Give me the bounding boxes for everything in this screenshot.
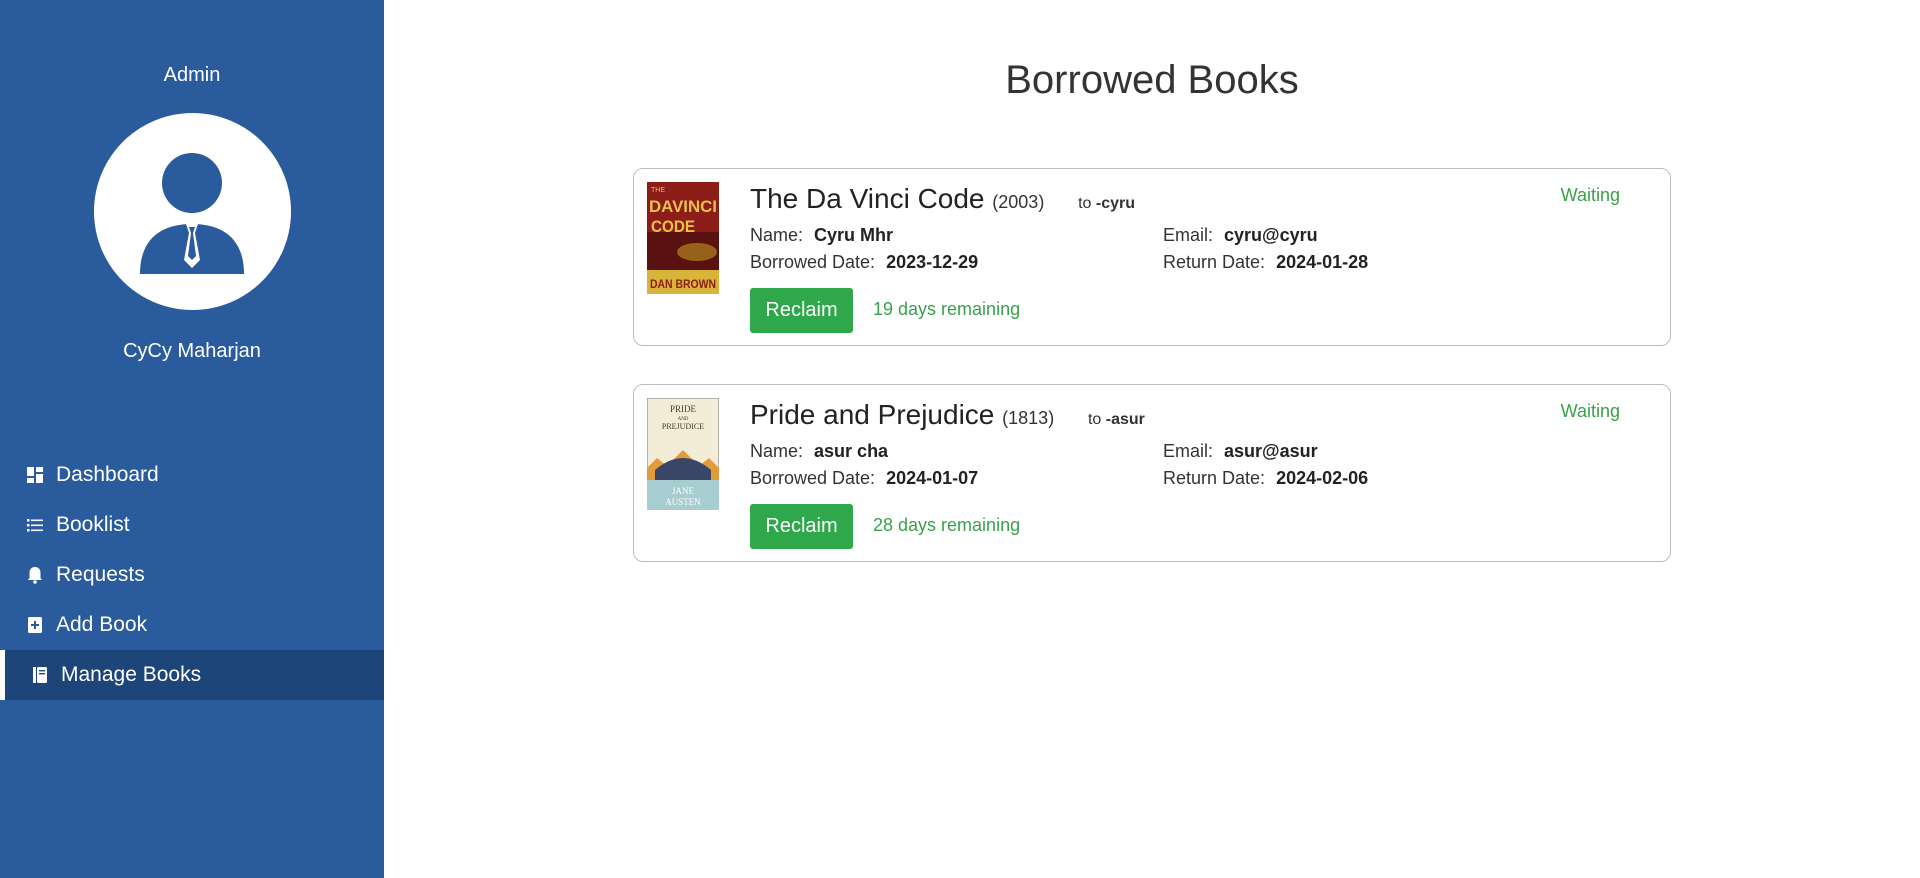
borrowed-date-label: Borrowed Date: (750, 468, 876, 488)
sidebar-item-requests[interactable]: Requests (0, 550, 384, 600)
borrowed-book-card: THE DAVINCI CODE DAN BROWN The Da Vinci … (633, 168, 1671, 346)
cover-text: DAN BROWN (650, 277, 716, 291)
book-title: Pride and Prejudice (1813) to -asur (750, 399, 1145, 431)
borrower-tag: to -cyru (1078, 195, 1135, 212)
borrower-username: -asur (1105, 411, 1145, 428)
sidebar-item-label: Requests (56, 563, 145, 586)
book-title-text: Pride and Prejudice (750, 399, 995, 430)
sidebar: Admin CyCy Maharjan Dashboard Booklist R… (0, 0, 384, 878)
book-cover: THE DAVINCI CODE DAN BROWN (647, 182, 719, 294)
return-date-field: Return Date: 2024-01-28 (1163, 252, 1368, 273)
book-year: (2003) (992, 192, 1045, 212)
book-title: The Da Vinci Code (2003) to -cyru (750, 183, 1135, 215)
sidebar-item-label: Add Book (56, 613, 148, 636)
user-role: Admin (163, 64, 221, 86)
return-date-label: Return Date: (1163, 252, 1266, 272)
list-icon (26, 516, 44, 534)
return-date-field: Return Date: 2024-02-06 (1163, 468, 1368, 489)
borrower-tag: to -asur (1088, 411, 1145, 428)
borrowed-date-value: 2023-12-29 (886, 252, 979, 272)
borrowed-date-label: Borrowed Date: (750, 252, 876, 272)
page-title: Borrowed Books (1005, 58, 1299, 102)
sidebar-item-dashboard[interactable]: Dashboard (0, 450, 384, 500)
name-value: asur cha (814, 441, 889, 461)
reclaim-button[interactable]: Reclaim (750, 288, 853, 333)
email-label: Email: (1163, 441, 1214, 461)
email-field: Email: cyru@cyru (1163, 225, 1318, 246)
borrowed-date-value: 2024-01-07 (886, 468, 979, 488)
username: CyCy Maharjan (123, 340, 261, 362)
status-badge: Waiting (1560, 185, 1620, 205)
email-value: cyru@cyru (1224, 225, 1318, 245)
sidebar-nav: Dashboard Booklist Requests Add Book Man… (0, 450, 384, 700)
name-field: Name: Cyru Mhr (750, 225, 893, 246)
cover-text: DAVINCI (649, 197, 717, 216)
user-icon (140, 153, 244, 274)
book-year: (1813) (1002, 408, 1055, 428)
borrowed-date-field: Borrowed Date: 2023-12-29 (750, 252, 978, 273)
reclaim-button[interactable]: Reclaim (750, 504, 853, 549)
cover-text: CODE (651, 217, 695, 236)
borrowed-book-card: PRIDE AND PREJUDICE JANE AUSTEN Pride an… (633, 384, 1671, 562)
email-value: asur@asur (1224, 441, 1318, 461)
sidebar-item-label: Dashboard (56, 463, 159, 486)
borrowed-date-field: Borrowed Date: 2024-01-07 (750, 468, 978, 489)
email-field: Email: asur@asur (1163, 441, 1318, 462)
book-cover: PRIDE AND PREJUDICE JANE AUSTEN (646, 397, 720, 511)
book-icon (31, 666, 49, 684)
sidebar-item-booklist[interactable]: Booklist (0, 500, 384, 550)
name-label: Name: (750, 441, 804, 461)
email-label: Email: (1163, 225, 1214, 245)
cover-text: THE (651, 187, 665, 194)
name-value: Cyru Mhr (814, 225, 894, 245)
bell-icon (26, 566, 44, 584)
cover-text: AUSTEN (665, 497, 701, 507)
name-field: Name: asur cha (750, 441, 888, 462)
sidebar-item-label: Booklist (56, 513, 130, 536)
main-content: Borrowed Books THE DAVINCI CODE DAN BROW… (384, 0, 1920, 878)
return-date-value: 2024-01-28 (1276, 252, 1369, 272)
to-prefix: to (1078, 195, 1092, 212)
return-date-label: Return Date: (1163, 468, 1266, 488)
sidebar-item-add-book[interactable]: Add Book (0, 600, 384, 650)
add-book-icon (26, 616, 44, 634)
status-badge: Waiting (1560, 401, 1620, 421)
return-date-value: 2024-02-06 (1276, 468, 1369, 488)
sidebar-item-label: Manage Books (61, 663, 202, 686)
borrower-username: -cyru (1095, 195, 1136, 212)
cover-text: PREJUDICE (662, 422, 704, 431)
book-title-text: The Da Vinci Code (750, 183, 985, 214)
days-remaining: 19 days remaining (873, 299, 1021, 319)
avatar (94, 113, 291, 310)
to-prefix: to (1087, 411, 1102, 428)
sidebar-item-manage-books[interactable]: Manage Books (0, 650, 384, 700)
cover-text: JANE (672, 486, 695, 496)
days-remaining: 28 days remaining (873, 515, 1021, 535)
name-label: Name: (750, 225, 804, 245)
cover-text: PRIDE (670, 404, 697, 414)
dashboard-icon (26, 466, 44, 484)
